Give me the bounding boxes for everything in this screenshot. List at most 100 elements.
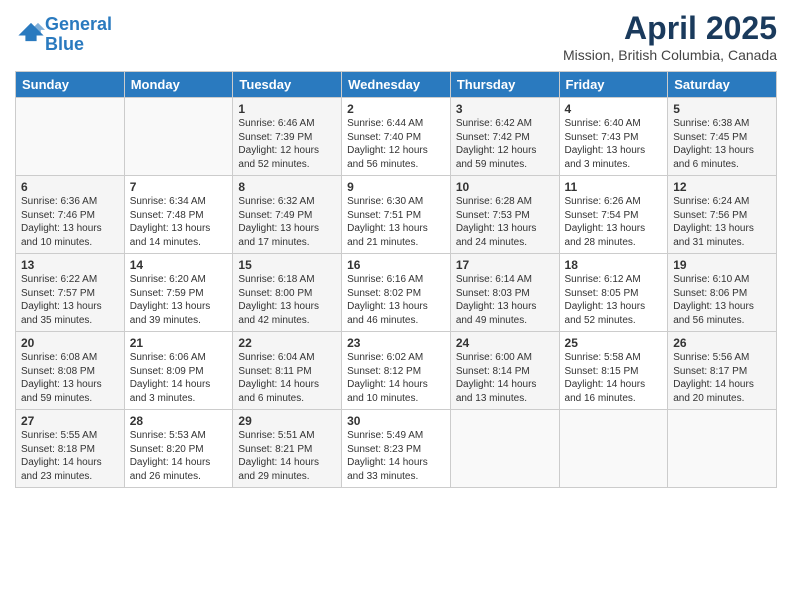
day-info: Sunrise: 6:42 AMSunset: 7:42 PMDaylight:… xyxy=(456,117,554,171)
location-subtitle: Mission, British Columbia, Canada xyxy=(563,47,777,63)
calendar-cell: 30Sunrise: 5:49 AMSunset: 8:23 PMDayligh… xyxy=(342,410,451,488)
day-info: Sunrise: 5:58 AMSunset: 8:15 PMDaylight:… xyxy=(565,351,663,405)
week-row-5: 27Sunrise: 5:55 AMSunset: 8:18 PMDayligh… xyxy=(16,410,777,488)
day-number: 24 xyxy=(456,336,554,350)
day-number: 28 xyxy=(130,414,228,428)
weekday-header-row: SundayMondayTuesdayWednesdayThursdayFrid… xyxy=(16,72,777,98)
calendar-cell: 25Sunrise: 5:58 AMSunset: 8:15 PMDayligh… xyxy=(559,332,668,410)
calendar-cell: 8Sunrise: 6:32 AMSunset: 7:49 PMDaylight… xyxy=(233,176,342,254)
day-number: 22 xyxy=(238,336,336,350)
calendar-table: SundayMondayTuesdayWednesdayThursdayFrid… xyxy=(15,71,777,488)
calendar-cell: 19Sunrise: 6:10 AMSunset: 8:06 PMDayligh… xyxy=(668,254,777,332)
logo-text: General Blue xyxy=(45,15,112,55)
day-number: 17 xyxy=(456,258,554,272)
day-info: Sunrise: 6:34 AMSunset: 7:48 PMDaylight:… xyxy=(130,195,228,249)
day-info: Sunrise: 6:08 AMSunset: 8:08 PMDaylight:… xyxy=(21,351,119,405)
day-number: 4 xyxy=(565,102,663,116)
day-number: 14 xyxy=(130,258,228,272)
day-info: Sunrise: 5:55 AMSunset: 8:18 PMDaylight:… xyxy=(21,429,119,483)
day-info: Sunrise: 6:40 AMSunset: 7:43 PMDaylight:… xyxy=(565,117,663,171)
day-info: Sunrise: 6:24 AMSunset: 7:56 PMDaylight:… xyxy=(673,195,771,249)
calendar-cell: 6Sunrise: 6:36 AMSunset: 7:46 PMDaylight… xyxy=(16,176,125,254)
calendar-cell: 3Sunrise: 6:42 AMSunset: 7:42 PMDaylight… xyxy=(450,98,559,176)
day-info: Sunrise: 6:02 AMSunset: 8:12 PMDaylight:… xyxy=(347,351,445,405)
day-info: Sunrise: 6:12 AMSunset: 8:05 PMDaylight:… xyxy=(565,273,663,327)
calendar-cell: 17Sunrise: 6:14 AMSunset: 8:03 PMDayligh… xyxy=(450,254,559,332)
day-number: 18 xyxy=(565,258,663,272)
day-info: Sunrise: 6:30 AMSunset: 7:51 PMDaylight:… xyxy=(347,195,445,249)
calendar-cell xyxy=(668,410,777,488)
calendar-cell: 11Sunrise: 6:26 AMSunset: 7:54 PMDayligh… xyxy=(559,176,668,254)
week-row-2: 6Sunrise: 6:36 AMSunset: 7:46 PMDaylight… xyxy=(16,176,777,254)
calendar-cell: 22Sunrise: 6:04 AMSunset: 8:11 PMDayligh… xyxy=(233,332,342,410)
day-info: Sunrise: 6:00 AMSunset: 8:14 PMDaylight:… xyxy=(456,351,554,405)
weekday-header-friday: Friday xyxy=(559,72,668,98)
calendar-cell: 4Sunrise: 6:40 AMSunset: 7:43 PMDaylight… xyxy=(559,98,668,176)
day-number: 16 xyxy=(347,258,445,272)
calendar-cell: 24Sunrise: 6:00 AMSunset: 8:14 PMDayligh… xyxy=(450,332,559,410)
day-number: 11 xyxy=(565,180,663,194)
day-number: 30 xyxy=(347,414,445,428)
weekday-header-monday: Monday xyxy=(124,72,233,98)
calendar-cell xyxy=(124,98,233,176)
title-area: April 2025 Mission, British Columbia, Ca… xyxy=(563,10,777,63)
calendar-cell: 21Sunrise: 6:06 AMSunset: 8:09 PMDayligh… xyxy=(124,332,233,410)
calendar-cell xyxy=(16,98,125,176)
day-number: 27 xyxy=(21,414,119,428)
calendar-cell: 23Sunrise: 6:02 AMSunset: 8:12 PMDayligh… xyxy=(342,332,451,410)
logo-line1: General xyxy=(45,14,112,34)
weekday-header-wednesday: Wednesday xyxy=(342,72,451,98)
weekday-header-thursday: Thursday xyxy=(450,72,559,98)
logo-icon xyxy=(17,21,45,43)
day-info: Sunrise: 5:49 AMSunset: 8:23 PMDaylight:… xyxy=(347,429,445,483)
day-info: Sunrise: 6:36 AMSunset: 7:46 PMDaylight:… xyxy=(21,195,119,249)
day-number: 5 xyxy=(673,102,771,116)
logo: General Blue xyxy=(15,15,112,55)
calendar-cell xyxy=(450,410,559,488)
calendar-cell: 26Sunrise: 5:56 AMSunset: 8:17 PMDayligh… xyxy=(668,332,777,410)
calendar-cell: 28Sunrise: 5:53 AMSunset: 8:20 PMDayligh… xyxy=(124,410,233,488)
calendar-cell: 12Sunrise: 6:24 AMSunset: 7:56 PMDayligh… xyxy=(668,176,777,254)
day-number: 19 xyxy=(673,258,771,272)
weekday-header-tuesday: Tuesday xyxy=(233,72,342,98)
calendar-cell: 14Sunrise: 6:20 AMSunset: 7:59 PMDayligh… xyxy=(124,254,233,332)
calendar-cell: 27Sunrise: 5:55 AMSunset: 8:18 PMDayligh… xyxy=(16,410,125,488)
day-number: 26 xyxy=(673,336,771,350)
calendar-cell: 7Sunrise: 6:34 AMSunset: 7:48 PMDaylight… xyxy=(124,176,233,254)
day-info: Sunrise: 6:10 AMSunset: 8:06 PMDaylight:… xyxy=(673,273,771,327)
day-info: Sunrise: 6:18 AMSunset: 8:00 PMDaylight:… xyxy=(238,273,336,327)
page-header: General Blue April 2025 Mission, British… xyxy=(15,10,777,63)
weekday-header-saturday: Saturday xyxy=(668,72,777,98)
day-number: 29 xyxy=(238,414,336,428)
day-number: 6 xyxy=(21,180,119,194)
week-row-4: 20Sunrise: 6:08 AMSunset: 8:08 PMDayligh… xyxy=(16,332,777,410)
day-number: 25 xyxy=(565,336,663,350)
day-number: 21 xyxy=(130,336,228,350)
day-number: 1 xyxy=(238,102,336,116)
day-number: 3 xyxy=(456,102,554,116)
week-row-3: 13Sunrise: 6:22 AMSunset: 7:57 PMDayligh… xyxy=(16,254,777,332)
calendar-cell: 13Sunrise: 6:22 AMSunset: 7:57 PMDayligh… xyxy=(16,254,125,332)
day-info: Sunrise: 5:51 AMSunset: 8:21 PMDaylight:… xyxy=(238,429,336,483)
calendar-cell: 29Sunrise: 5:51 AMSunset: 8:21 PMDayligh… xyxy=(233,410,342,488)
day-number: 13 xyxy=(21,258,119,272)
day-info: Sunrise: 6:16 AMSunset: 8:02 PMDaylight:… xyxy=(347,273,445,327)
calendar-cell: 18Sunrise: 6:12 AMSunset: 8:05 PMDayligh… xyxy=(559,254,668,332)
day-info: Sunrise: 6:46 AMSunset: 7:39 PMDaylight:… xyxy=(238,117,336,171)
day-number: 23 xyxy=(347,336,445,350)
calendar-cell: 16Sunrise: 6:16 AMSunset: 8:02 PMDayligh… xyxy=(342,254,451,332)
day-info: Sunrise: 6:32 AMSunset: 7:49 PMDaylight:… xyxy=(238,195,336,249)
calendar-cell: 20Sunrise: 6:08 AMSunset: 8:08 PMDayligh… xyxy=(16,332,125,410)
day-info: Sunrise: 6:26 AMSunset: 7:54 PMDaylight:… xyxy=(565,195,663,249)
calendar-cell xyxy=(559,410,668,488)
day-info: Sunrise: 6:44 AMSunset: 7:40 PMDaylight:… xyxy=(347,117,445,171)
day-number: 10 xyxy=(456,180,554,194)
day-info: Sunrise: 6:20 AMSunset: 7:59 PMDaylight:… xyxy=(130,273,228,327)
day-number: 8 xyxy=(238,180,336,194)
day-info: Sunrise: 6:22 AMSunset: 7:57 PMDaylight:… xyxy=(21,273,119,327)
day-number: 9 xyxy=(347,180,445,194)
day-info: Sunrise: 5:53 AMSunset: 8:20 PMDaylight:… xyxy=(130,429,228,483)
day-number: 15 xyxy=(238,258,336,272)
day-info: Sunrise: 6:06 AMSunset: 8:09 PMDaylight:… xyxy=(130,351,228,405)
calendar-cell: 15Sunrise: 6:18 AMSunset: 8:00 PMDayligh… xyxy=(233,254,342,332)
